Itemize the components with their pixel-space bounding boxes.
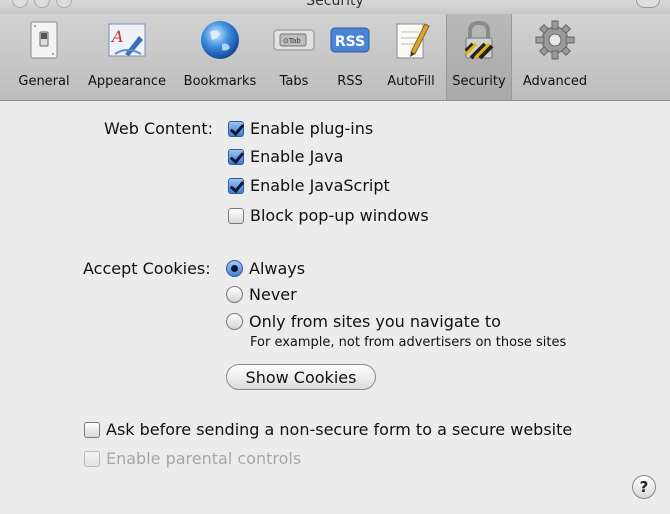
checkbox-control <box>84 450 100 467</box>
tab-autofill-label: AutoFill <box>387 74 435 89</box>
tab-appearance[interactable]: A Appearance <box>82 14 172 100</box>
pen-paper-icon <box>396 23 430 59</box>
cookies-navigated-radio[interactable]: Only from sites you navigate to <box>226 312 501 331</box>
tab-advanced-label: Advanced <box>522 74 588 89</box>
security-pane: Web Content: Enable plug-ins Enable Java… <box>0 101 670 514</box>
rss-icon: RSS <box>330 27 370 53</box>
gear-icon <box>535 20 575 60</box>
enable-java-checkbox[interactable]: Enable Java <box>228 147 343 166</box>
enable-javascript-checkbox[interactable]: Enable JavaScript <box>228 176 390 195</box>
tab-security-label: Security <box>452 74 506 89</box>
svg-text:A: A <box>110 27 124 46</box>
tab-rss[interactable]: RSS RSS <box>324 14 376 100</box>
enable-java-label: Enable Java <box>250 147 344 166</box>
parental-controls-label: Enable parental controls <box>106 449 302 468</box>
tab-bookmarks-label: Bookmarks <box>183 74 257 89</box>
switch-icon <box>30 21 58 59</box>
rss-icon-text: RSS <box>335 34 365 50</box>
tab-autofill[interactable]: AutoFill <box>380 14 442 100</box>
tab-rss-label: RSS <box>337 74 363 89</box>
radio-control[interactable] <box>226 286 243 303</box>
parental-controls-checkbox: Enable parental controls <box>84 449 301 468</box>
enable-plugins-label: Enable plug-ins <box>250 119 374 138</box>
radio-control[interactable] <box>226 313 243 330</box>
block-popups-label: Block pop-up windows <box>250 206 429 225</box>
ask-nonsecure-checkbox[interactable]: Ask before sending a non-secure form to … <box>84 420 572 439</box>
tab-tabs[interactable]: ⊙Tab Tabs <box>268 14 320 100</box>
tab-icon: ⊙Tab <box>273 29 315 51</box>
tab-bookmarks[interactable]: Bookmarks <box>176 14 264 100</box>
window-title: Security <box>306 0 364 9</box>
lock-icon <box>464 20 494 60</box>
checkbox-control[interactable] <box>228 148 244 165</box>
globe-icon <box>201 21 239 59</box>
checkbox-control[interactable] <box>84 421 100 438</box>
cookies-always-radio[interactable]: Always <box>226 259 305 278</box>
checkbox-control[interactable] <box>228 120 244 137</box>
tab-general-label: General <box>18 74 70 89</box>
title-bar: Security <box>0 0 670 14</box>
show-cookies-button[interactable]: Show Cookies <box>226 364 376 390</box>
checkbox-control[interactable] <box>228 207 244 224</box>
ask-nonsecure-label: Ask before sending a non-secure form to … <box>106 420 573 439</box>
tab-appearance-label: Appearance <box>87 74 167 89</box>
cookies-hint: For example, not from advertisers on tho… <box>250 335 567 350</box>
tab-tabs-label: Tabs <box>279 74 309 89</box>
font-icon: A <box>108 23 146 57</box>
tab-security[interactable]: Security <box>446 14 512 100</box>
enable-plugins-checkbox[interactable]: Enable plug-ins <box>228 119 373 138</box>
accept-cookies-label: Accept Cookies: <box>83 259 211 278</box>
cookies-navigated-label: Only from sites you navigate to <box>249 312 501 331</box>
enable-javascript-label: Enable JavaScript <box>250 176 390 195</box>
web-content-label: Web Content: <box>104 119 213 138</box>
radio-control[interactable] <box>226 260 243 277</box>
cookies-always-label: Always <box>249 259 306 278</box>
preferences-toolbar: General A Appearance Bookmarks ⊙Tab Tabs <box>0 14 670 101</box>
cookies-never-label: Never <box>249 285 297 304</box>
tab-general[interactable]: General <box>10 14 78 100</box>
tab-advanced[interactable]: Advanced <box>516 14 594 100</box>
cookies-never-radio[interactable]: Never <box>226 285 297 304</box>
tab-icon-text: ⊙Tab <box>283 37 301 45</box>
checkbox-control[interactable] <box>228 177 244 194</box>
help-button[interactable]: ? <box>632 475 656 499</box>
block-popups-checkbox[interactable]: Block pop-up windows <box>228 206 429 225</box>
